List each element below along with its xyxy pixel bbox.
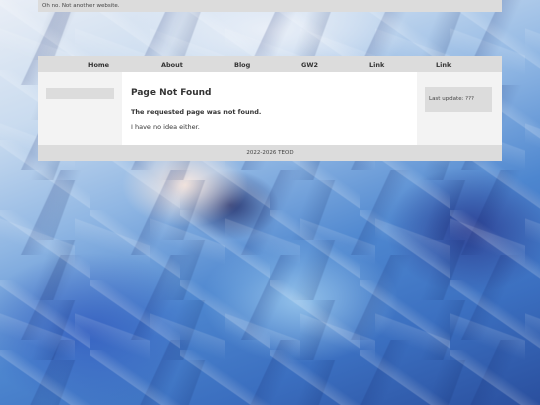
- sidebar-placeholder-block: [46, 88, 114, 99]
- page-title: Page Not Found: [131, 88, 212, 98]
- footer-copyright: 2022-2026 TEOD: [246, 150, 294, 156]
- nav-link-link-1[interactable]: Link: [369, 61, 384, 69]
- last-update-text: Last update: ???: [429, 96, 474, 102]
- footer: 2022-2026 TEOD: [38, 145, 502, 161]
- error-message: The requested page was not found.: [131, 108, 262, 116]
- nav-link-about[interactable]: About: [161, 61, 183, 69]
- top-tagline-bar: Oh no. Not another website.: [38, 0, 502, 12]
- nav-link-link-2[interactable]: Link: [436, 61, 451, 69]
- nav-link-gw2[interactable]: GW2: [301, 61, 318, 69]
- tagline-text: Oh no. Not another website.: [42, 3, 120, 9]
- main-navigation: Home About Blog GW2 Link Link: [38, 56, 502, 72]
- site-container: Home About Blog GW2 Link Link Page Not F…: [38, 56, 502, 161]
- nav-link-blog[interactable]: Blog: [234, 61, 250, 69]
- main-content: Page Not Found The requested page was no…: [122, 72, 417, 145]
- last-update-box: Last update: ???: [425, 87, 492, 112]
- left-sidebar: [38, 72, 122, 145]
- right-sidebar: Last update: ???: [417, 72, 502, 145]
- error-note: I have no idea either.: [131, 123, 200, 131]
- nav-link-home[interactable]: Home: [88, 61, 109, 69]
